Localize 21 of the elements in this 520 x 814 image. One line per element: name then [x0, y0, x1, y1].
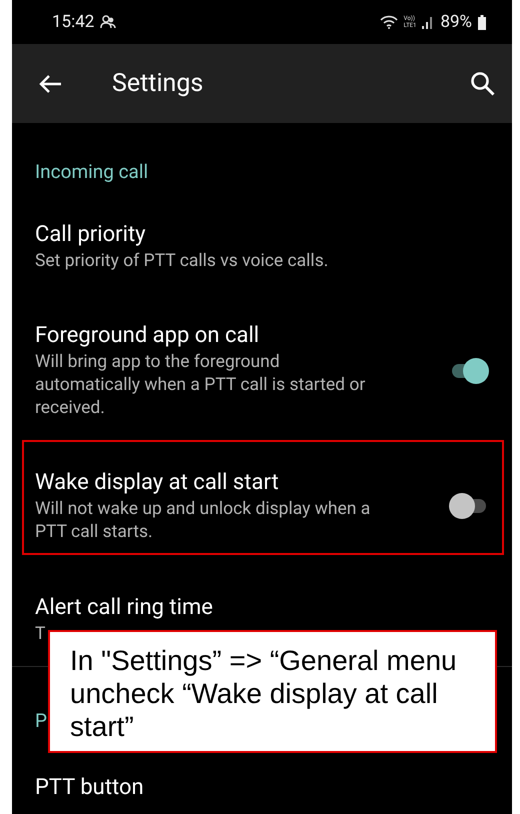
- section-header: Incoming call: [35, 159, 148, 184]
- setting-title: PTT button: [35, 774, 145, 802]
- setting-title: Wake display at call start: [35, 469, 280, 497]
- battery-icon: [478, 14, 486, 30]
- wifi-icon: [380, 15, 398, 29]
- status-time: 15:42: [52, 12, 94, 32]
- setting-title: Foreground app on call: [35, 322, 260, 350]
- setting-description: Will bring app to the foreground automatically when a PTT call is started or received.: [35, 351, 366, 420]
- search-icon[interactable]: [470, 70, 496, 96]
- signal-icon: [422, 15, 434, 29]
- toolbar-title: Settings: [112, 69, 204, 98]
- setting-description: T: [35, 623, 46, 646]
- setting-title: Call priority: [35, 221, 147, 249]
- annotation-callout: In "Settings” => “General menu uncheck “Wake display at call start”: [48, 630, 497, 753]
- battery-percent: 89%: [440, 12, 472, 32]
- setting-title: Alert call ring time: [35, 594, 214, 622]
- setting-description: Will not wake up and unlock display when a PTT call starts.: [35, 498, 372, 544]
- contacts-icon: [100, 15, 116, 29]
- back-arrow-icon[interactable]: [38, 74, 62, 94]
- setting-description: Set priority of PTT calls vs voice calls.: [35, 250, 330, 273]
- section-header: P: [35, 708, 47, 733]
